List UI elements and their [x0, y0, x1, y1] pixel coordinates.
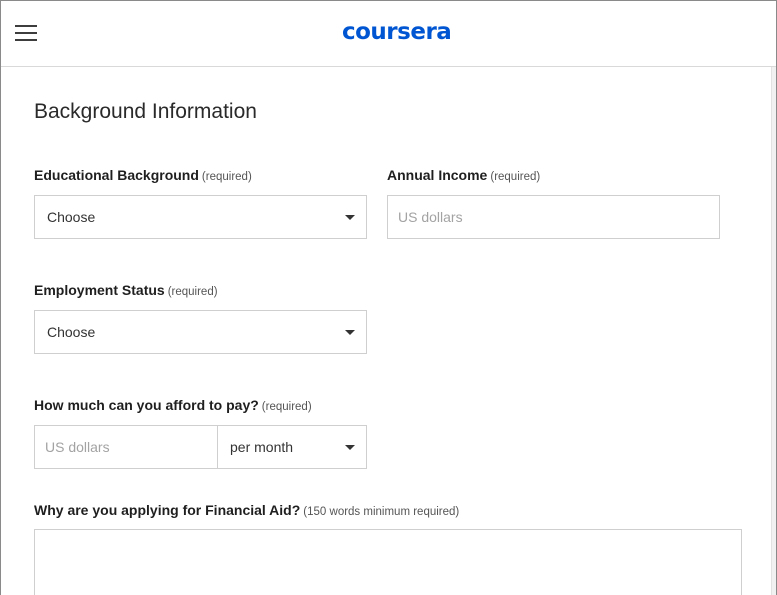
educational-background-label-text: Educational Background — [34, 167, 199, 183]
educational-background-label: Educational Background (required) — [34, 166, 252, 186]
educational-background-value: Choose — [47, 209, 96, 225]
employment-status-label-text: Employment Status — [34, 282, 165, 298]
dropdown-arrow-icon — [345, 445, 355, 450]
educational-background-select[interactable]: Choose — [34, 195, 367, 239]
employment-status-select[interactable]: Choose — [34, 310, 367, 354]
annual-income-label: Annual Income (required) — [387, 166, 540, 186]
annual-income-label-text: Annual Income — [387, 167, 488, 183]
page-scrollbar[interactable] — [771, 67, 776, 595]
top-navigation-bar: coursera — [1, 1, 776, 67]
required-hint: (required) — [261, 401, 312, 413]
section-title: Background Information — [34, 100, 257, 123]
employment-status-value: Choose — [47, 324, 96, 340]
why-applying-label-text: Why are you applying for Financial Aid? — [34, 502, 301, 518]
browser-window: coursera Background Information Educatio… — [0, 0, 777, 595]
dropdown-arrow-icon — [345, 215, 355, 220]
employment-status-label: Employment Status (required) — [34, 281, 218, 301]
coursera-logo[interactable]: coursera — [342, 18, 452, 46]
required-hint: (required) — [201, 171, 252, 183]
dropdown-arrow-icon — [345, 330, 355, 335]
afford-to-pay-label: How much can you afford to pay? (required… — [34, 396, 312, 416]
payment-period-value: per month — [230, 439, 294, 455]
required-hint: (150 words minimum required) — [303, 506, 460, 518]
payment-period-select[interactable]: per month — [217, 425, 367, 469]
afford-to-pay-label-text: How much can you afford to pay? — [34, 397, 259, 413]
hamburger-menu-icon[interactable] — [15, 24, 37, 42]
afford-amount-input[interactable] — [34, 425, 218, 469]
why-applying-label: Why are you applying for Financial Aid?(… — [34, 501, 459, 521]
annual-income-input[interactable] — [387, 195, 720, 239]
required-hint: (required) — [167, 286, 218, 298]
required-hint: (required) — [490, 171, 541, 183]
why-applying-textarea[interactable] — [34, 529, 742, 595]
